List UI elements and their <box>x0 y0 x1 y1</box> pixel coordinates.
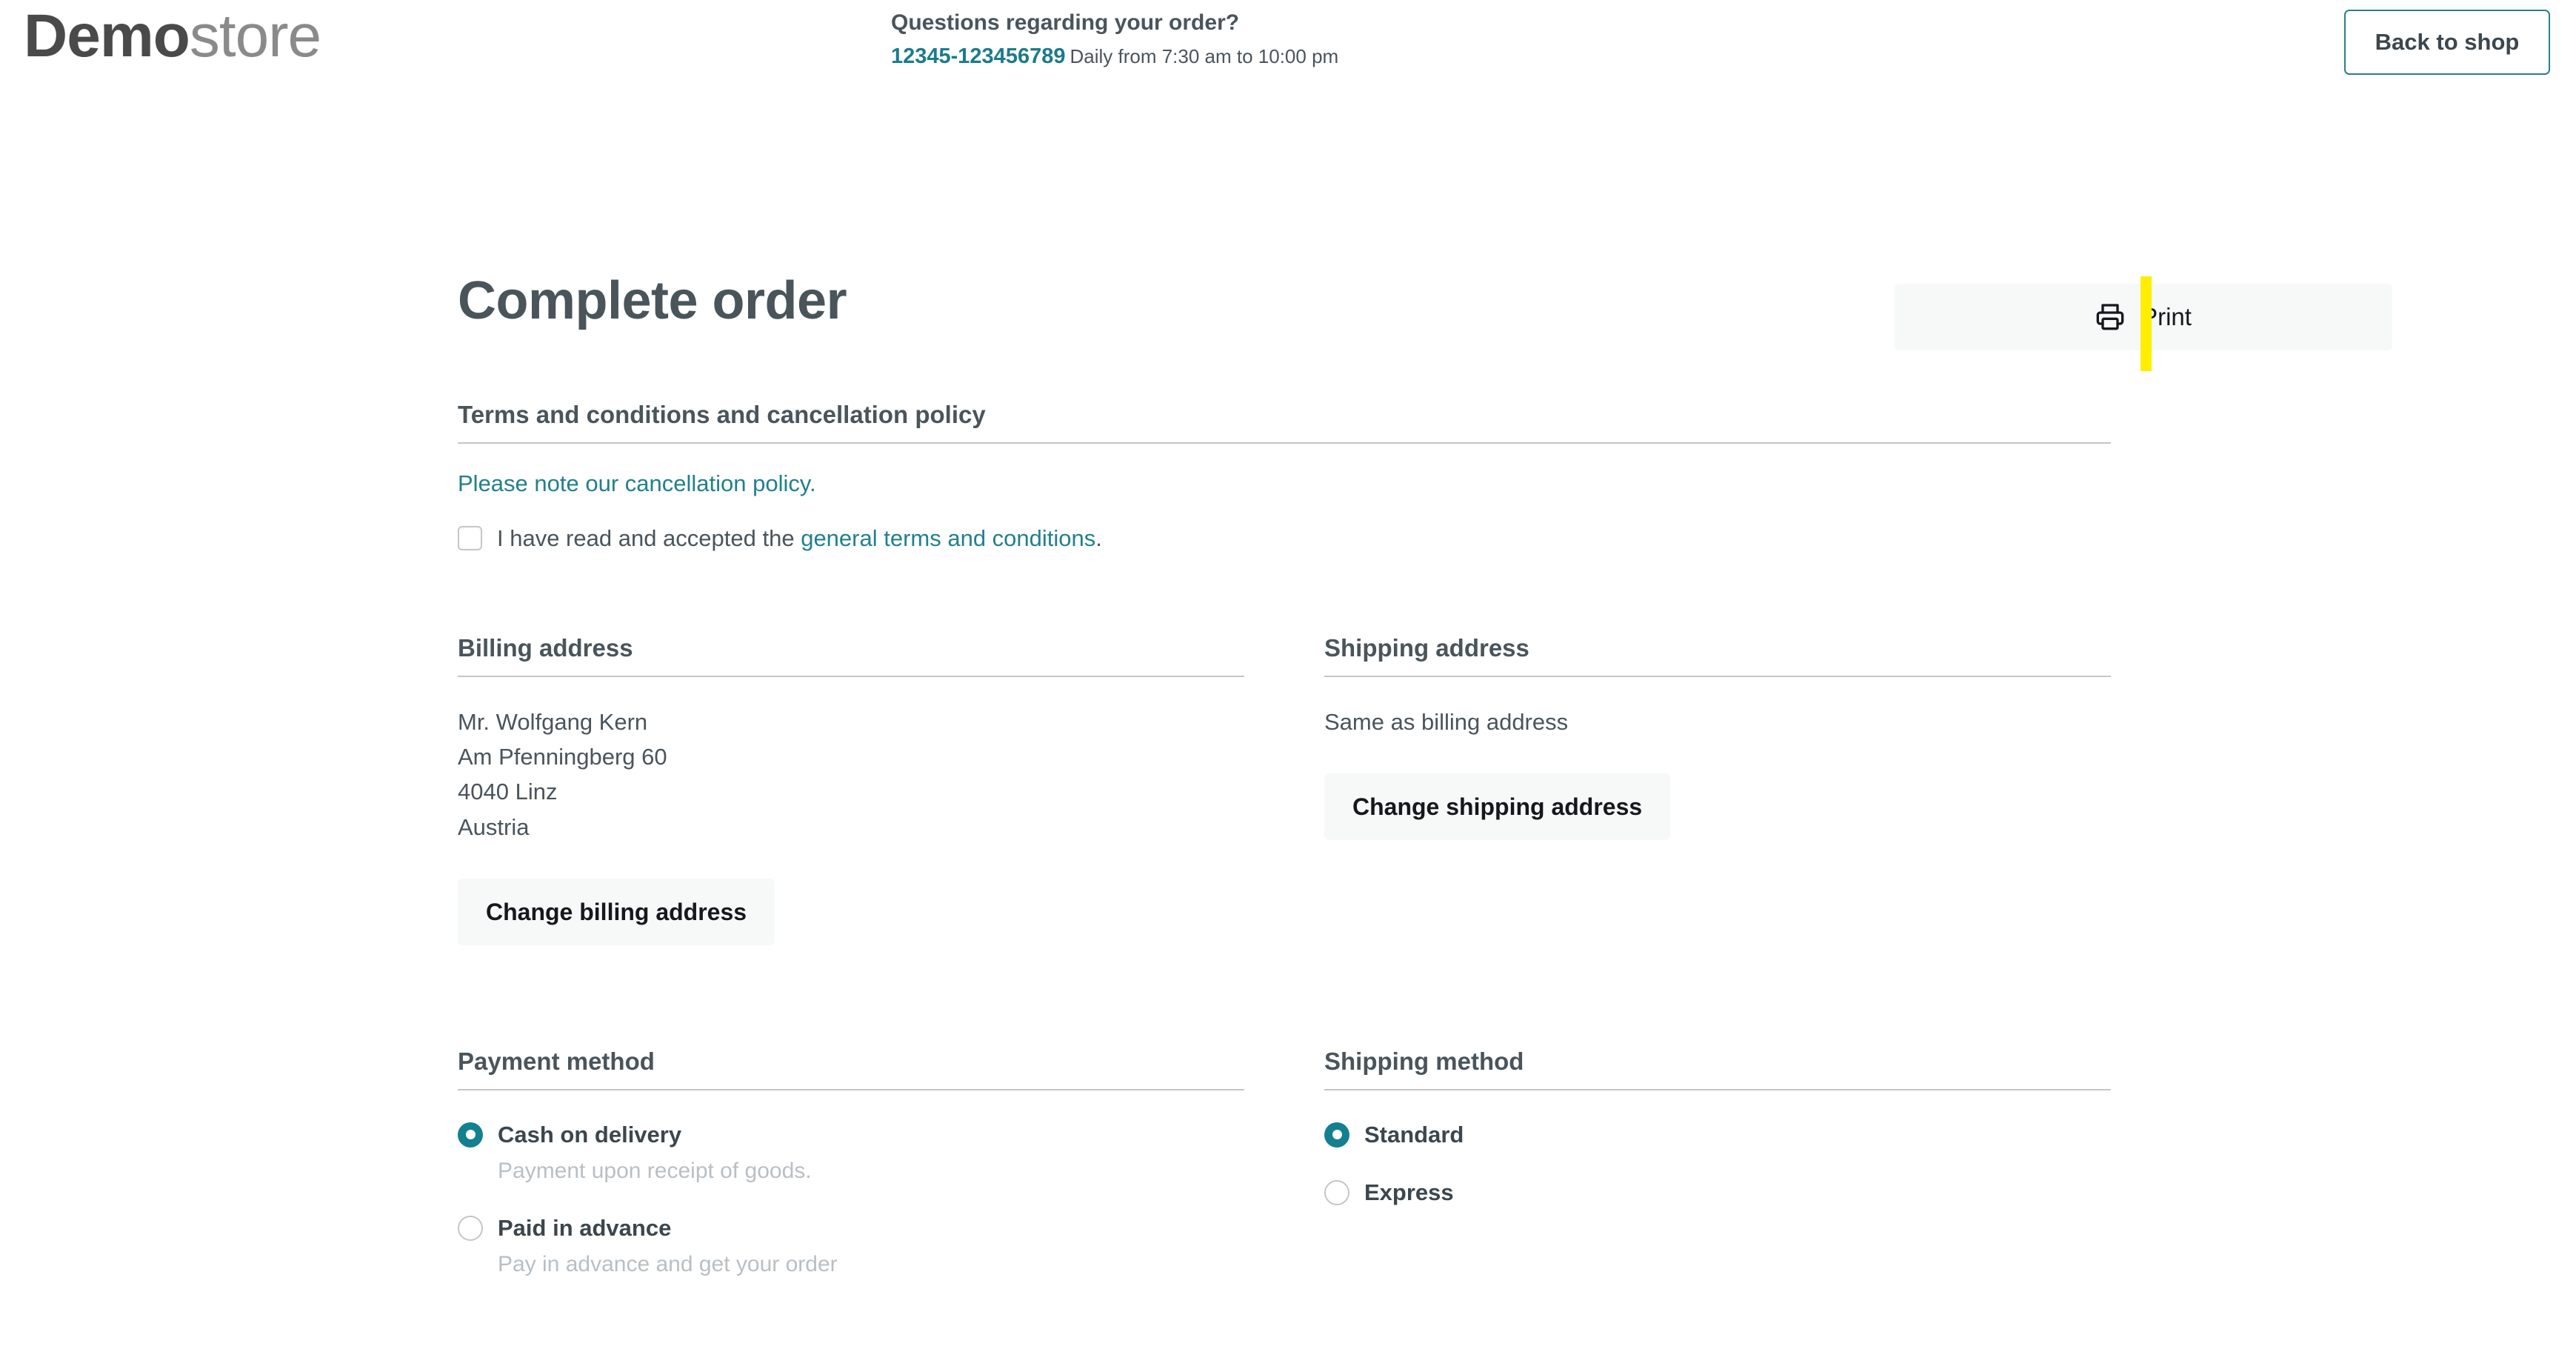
site-header: Demostore Questions regarding your order… <box>0 0 2576 111</box>
shipping-address-column: Shipping address Same as billing address… <box>1324 633 2111 945</box>
payment-option-description: Pay in advance and get your order <box>498 1251 838 1276</box>
billing-address-heading: Billing address <box>458 634 633 662</box>
shipping-option-label: Express <box>1364 1179 1454 1205</box>
payment-option-row[interactable]: Paid in advance <box>458 1215 1244 1242</box>
address-columns: Billing address Mr. Wolfgang Kern Am Pfe… <box>458 633 2111 946</box>
printer-icon <box>2095 302 2125 333</box>
billing-address-line: Mr. Wolfgang Kern <box>458 708 648 735</box>
shipping-option-label: Standard <box>1364 1121 1464 1148</box>
terms-heading: Terms and conditions and cancellation po… <box>458 401 986 428</box>
shipping-method-heading: Shipping method <box>1324 1047 1524 1075</box>
change-shipping-address-button[interactable]: Change shipping address <box>1324 773 1671 841</box>
billing-address-line: 4040 Linz <box>458 779 558 805</box>
billing-address-lines: Mr. Wolfgang Kern Am Pfenningberg 60 404… <box>458 705 1244 845</box>
page-title-row: Complete order Print <box>458 270 2392 371</box>
site-logo[interactable]: Demostore <box>24 6 321 67</box>
payment-method-column: Payment method Cash on delivery Payment … <box>458 1047 1244 1277</box>
contact-hours-text: Daily from 7:30 am to 10:00 pm <box>1070 44 1339 67</box>
terms-consent-label: I have read and accepted the general ter… <box>497 525 1102 552</box>
billing-divider <box>458 675 1244 677</box>
change-billing-address-button[interactable]: Change billing address <box>458 879 775 946</box>
payment-option-description: Payment upon receipt of goods. <box>498 1158 812 1183</box>
back-to-shop-label: Back to shop <box>2375 29 2520 55</box>
payment-option-paid-in-advance[interactable]: Paid in advance Pay in advance and get y… <box>458 1215 1244 1277</box>
logo-text-light: store <box>189 2 321 70</box>
billing-address-line: Austria <box>458 813 530 840</box>
contact-details-row: 12345-123456789 Daily from 7:30 am to 10:… <box>891 44 1338 69</box>
billing-address-column: Billing address Mr. Wolfgang Kern Am Pfe… <box>458 633 1244 946</box>
shipping-address-line: Same as billing address <box>1324 708 1569 735</box>
terms-consent-checkbox[interactable] <box>458 526 482 551</box>
cancellation-policy-link[interactable]: Please note our cancellation policy. <box>458 470 816 497</box>
payment-option-row[interactable]: Cash on delivery <box>458 1122 1244 1148</box>
payment-method-heading: Payment method <box>458 1047 655 1075</box>
shipping-method-divider <box>1324 1088 2111 1090</box>
page-title: Complete order <box>458 271 847 330</box>
shipping-address-heading: Shipping address <box>1324 634 1529 662</box>
header-contact-block: Questions regarding your order? 12345-12… <box>891 9 1338 69</box>
payment-radio-cash-on-delivery[interactable] <box>458 1122 483 1148</box>
shipping-divider <box>1324 675 2111 677</box>
shipping-method-column: Shipping method Standard Express <box>1324 1047 2111 1277</box>
contact-question-text: Questions regarding your order? <box>891 10 1240 35</box>
logo-text-bold: Demo <box>24 2 190 70</box>
shipping-option-express[interactable]: Express <box>1324 1179 2111 1206</box>
shipping-option-row[interactable]: Standard <box>1324 1122 2111 1148</box>
payment-option-label: Cash on delivery <box>498 1121 682 1148</box>
payment-option-cash-on-delivery[interactable]: Cash on delivery Payment upon receipt of… <box>458 1122 1244 1184</box>
terms-section: Terms and conditions and cancellation po… <box>458 400 2111 552</box>
back-to-shop-button[interactable]: Back to shop <box>2344 10 2550 75</box>
terms-divider <box>458 442 2111 444</box>
payment-method-divider <box>458 1088 1244 1090</box>
terms-consent-suffix: . <box>1095 524 1102 551</box>
payment-option-label: Paid in advance <box>498 1214 672 1241</box>
general-terms-link[interactable]: general terms and conditions <box>801 525 1095 551</box>
method-columns: Payment method Cash on delivery Payment … <box>458 1047 2111 1277</box>
terms-consent-row[interactable]: I have read and accepted the general ter… <box>458 525 2111 552</box>
payment-radio-paid-in-advance[interactable] <box>458 1215 483 1241</box>
shipping-address-lines: Same as billing address <box>1324 705 2111 739</box>
shipping-option-standard[interactable]: Standard <box>1324 1122 2111 1148</box>
yellow-accent-bar <box>2140 276 2152 371</box>
shipping-option-row[interactable]: Express <box>1324 1179 2111 1206</box>
shipping-radio-express[interactable] <box>1324 1179 1349 1205</box>
billing-address-line: Am Pfenningberg 60 <box>458 744 667 770</box>
contact-phone-number[interactable]: 12345-123456789 <box>891 44 1065 68</box>
terms-consent-prefix: I have read and accepted the <box>497 524 801 551</box>
shipping-radio-standard[interactable] <box>1324 1122 1349 1148</box>
